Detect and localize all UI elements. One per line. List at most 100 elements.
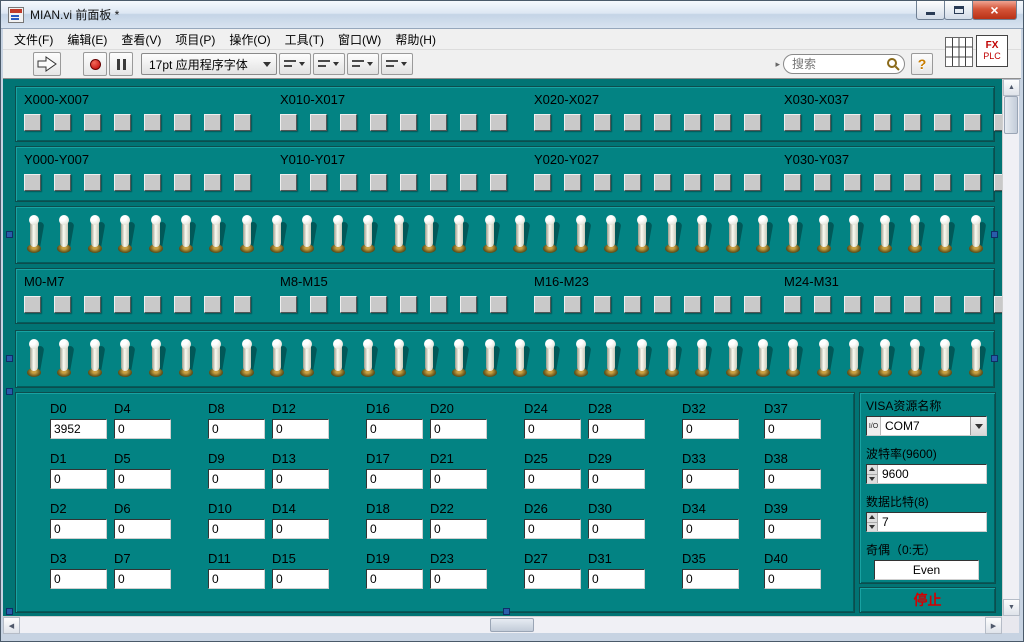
- toggle-switch[interactable]: [573, 214, 589, 256]
- register-input-D35[interactable]: [682, 569, 739, 589]
- register-input-D28[interactable]: [588, 419, 645, 439]
- register-input-D32[interactable]: [682, 419, 739, 439]
- parity-selector[interactable]: Even: [874, 560, 979, 580]
- toggle-switch[interactable]: [785, 214, 801, 256]
- register-input-D7[interactable]: [114, 569, 171, 589]
- resize-objects-dropdown[interactable]: [347, 53, 379, 75]
- selection-handle[interactable]: [6, 388, 13, 395]
- toggle-switch[interactable]: [603, 338, 619, 380]
- toggle-switch[interactable]: [846, 338, 862, 380]
- distribute-objects-dropdown[interactable]: [313, 53, 345, 75]
- toggle-switch[interactable]: [907, 214, 923, 256]
- toggle-switch[interactable]: [512, 338, 528, 380]
- toggle-switch[interactable]: [148, 338, 164, 380]
- register-input-D21[interactable]: [430, 469, 487, 489]
- toggle-switch[interactable]: [816, 214, 832, 256]
- toggle-switch[interactable]: [725, 338, 741, 380]
- scroll-left-arrow[interactable]: ◀: [3, 617, 20, 634]
- toggle-switch[interactable]: [208, 214, 224, 256]
- register-input-D31[interactable]: [588, 569, 645, 589]
- register-input-D12[interactable]: [272, 419, 329, 439]
- search-expand-icon[interactable]: ▸: [775, 59, 780, 70]
- toggle-switch[interactable]: [178, 338, 194, 380]
- toggle-switch[interactable]: [299, 214, 315, 256]
- horizontal-scroll-thumb[interactable]: [490, 618, 534, 632]
- register-input-D19[interactable]: [366, 569, 423, 589]
- toggle-switch[interactable]: [846, 214, 862, 256]
- selection-handle[interactable]: [6, 231, 13, 238]
- register-input-D14[interactable]: [272, 519, 329, 539]
- toggle-switch[interactable]: [360, 214, 376, 256]
- toggle-switch[interactable]: [482, 214, 498, 256]
- menu-item[interactable]: 帮助(H): [388, 29, 443, 50]
- register-input-D4[interactable]: [114, 419, 171, 439]
- toggle-switch[interactable]: [694, 214, 710, 256]
- scroll-down-arrow[interactable]: ▼: [1003, 599, 1020, 616]
- register-input-D30[interactable]: [588, 519, 645, 539]
- toggle-switch[interactable]: [26, 214, 42, 256]
- toggle-switch[interactable]: [56, 338, 72, 380]
- toggle-switch[interactable]: [725, 214, 741, 256]
- baud-spinner[interactable]: [867, 465, 878, 483]
- reorder-dropdown[interactable]: [381, 53, 413, 75]
- selection-handle[interactable]: [991, 355, 998, 362]
- toggle-switch[interactable]: [330, 338, 346, 380]
- search-box[interactable]: [783, 54, 905, 74]
- register-input-D18[interactable]: [366, 519, 423, 539]
- selection-handle[interactable]: [503, 608, 510, 615]
- toggle-switch[interactable]: [451, 338, 467, 380]
- scroll-up-arrow[interactable]: ▲: [1003, 79, 1020, 96]
- toggle-switch[interactable]: [634, 338, 650, 380]
- register-input-D1[interactable]: [50, 469, 107, 489]
- register-input-D40[interactable]: [764, 569, 821, 589]
- toggle-switch[interactable]: [937, 214, 953, 256]
- toggle-switch[interactable]: [239, 214, 255, 256]
- toggle-switch[interactable]: [937, 338, 953, 380]
- align-objects-dropdown[interactable]: [279, 53, 311, 75]
- toggle-switch[interactable]: [816, 338, 832, 380]
- abort-button[interactable]: [83, 52, 107, 76]
- toggle-switch[interactable]: [968, 214, 984, 256]
- pause-button[interactable]: [109, 52, 133, 76]
- data-bits-input[interactable]: [878, 513, 986, 531]
- selection-handle[interactable]: [991, 231, 998, 238]
- toggle-switch[interactable]: [148, 214, 164, 256]
- register-input-D15[interactable]: [272, 569, 329, 589]
- toggle-switch[interactable]: [391, 338, 407, 380]
- register-input-D10[interactable]: [208, 519, 265, 539]
- connector-pane-icon[interactable]: [945, 37, 973, 67]
- selection-handle[interactable]: [6, 355, 13, 362]
- register-input-D2[interactable]: [50, 519, 107, 539]
- register-input-D26[interactable]: [524, 519, 581, 539]
- toggle-switch[interactable]: [664, 214, 680, 256]
- register-input-D13[interactable]: [272, 469, 329, 489]
- toggle-switch[interactable]: [482, 338, 498, 380]
- toggle-switch[interactable]: [269, 214, 285, 256]
- register-input-D27[interactable]: [524, 569, 581, 589]
- menu-item[interactable]: 工具(T): [278, 29, 331, 50]
- toggle-switch[interactable]: [542, 214, 558, 256]
- toggle-switch[interactable]: [178, 214, 194, 256]
- register-input-D11[interactable]: [208, 569, 265, 589]
- register-input-D23[interactable]: [430, 569, 487, 589]
- close-button[interactable]: ×: [972, 1, 1017, 20]
- register-input-D5[interactable]: [114, 469, 171, 489]
- visa-resource-combo[interactable]: I/O COM7: [866, 416, 987, 436]
- toggle-switch[interactable]: [573, 338, 589, 380]
- vertical-scrollbar[interactable]: ▲ ▼: [1002, 79, 1019, 616]
- selection-handle[interactable]: [6, 608, 13, 615]
- search-input[interactable]: [792, 57, 886, 71]
- toggle-switch[interactable]: [694, 338, 710, 380]
- toggle-switch[interactable]: [299, 338, 315, 380]
- toggle-switch[interactable]: [755, 338, 771, 380]
- toggle-switch[interactable]: [87, 338, 103, 380]
- toggle-switch[interactable]: [421, 214, 437, 256]
- toggle-switch[interactable]: [117, 214, 133, 256]
- toggle-switch[interactable]: [785, 338, 801, 380]
- toggle-switch[interactable]: [360, 338, 376, 380]
- register-input-D33[interactable]: [682, 469, 739, 489]
- toggle-switch[interactable]: [755, 214, 771, 256]
- register-input-D3[interactable]: [50, 569, 107, 589]
- toggle-switch[interactable]: [87, 214, 103, 256]
- toggle-switch[interactable]: [877, 338, 893, 380]
